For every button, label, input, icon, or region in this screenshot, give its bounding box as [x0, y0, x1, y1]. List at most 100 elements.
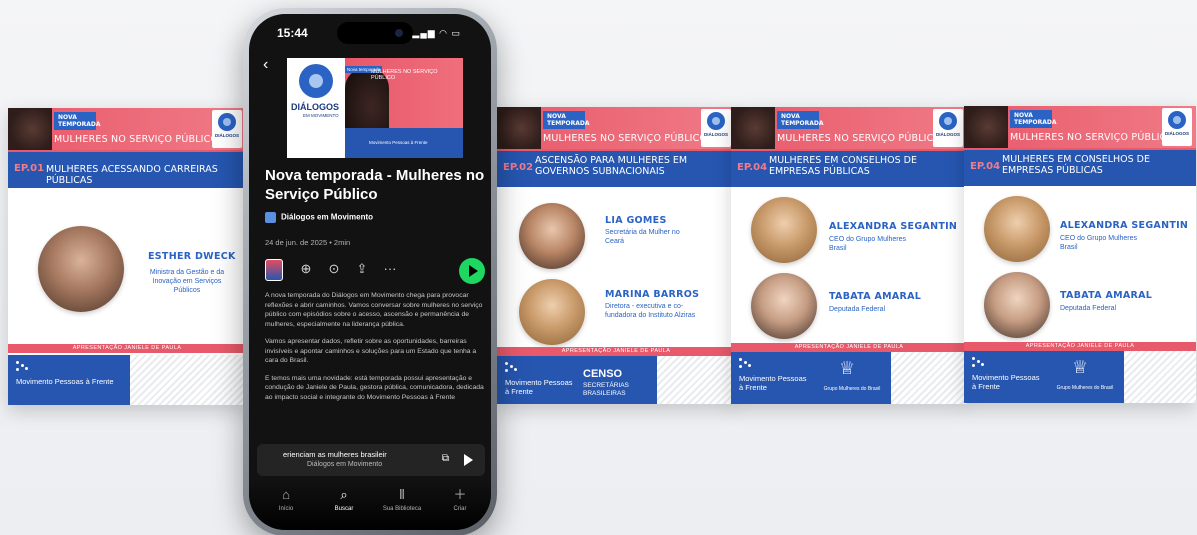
episode-band: EP.01 MULHERES ACESSANDO CARREIRAS PÚBLI…: [8, 150, 246, 188]
censo-logo: CENSO SECRETÁRIAS BRASILEIRAS: [577, 356, 657, 404]
guest-photo: [751, 273, 817, 339]
status-time: 15:44: [277, 26, 308, 40]
partner-logo: Movimento Pessoas à Frente: [8, 355, 130, 405]
episode-card-1: NOVA TEMPORADA MULHERES NO SERVIÇO PÚBLI…: [8, 108, 246, 405]
connect-device-icon[interactable]: ⧉: [442, 453, 449, 464]
episode-meta: 24 de jun. de 2025 • 2min: [265, 238, 351, 247]
episode-thumbnail[interactable]: [265, 259, 283, 281]
search-icon: ⌕: [340, 487, 348, 502]
episode-actions: ⊕ ⊙ ⇪ ···: [265, 258, 487, 284]
library-icon: ⫴: [399, 487, 405, 502]
card-footer: Movimento Pessoas à Frente: [8, 355, 246, 405]
guest-photo: [38, 226, 124, 312]
dialogos-logo: DIÁLOGOS: [212, 110, 242, 148]
guest-photo: [984, 196, 1050, 262]
presenter-credit: APRESENTAÇÃO JANIELE DE PAULA: [8, 344, 246, 353]
dialogos-logo: DIÁLOGOS: [1162, 108, 1192, 146]
guest-role: Diretora - executiva e co-fundadora do I…: [605, 303, 696, 319]
guest-role: Deputada Federal: [1060, 305, 1117, 312]
card-footer: Movimento Pessoas à Frente ♕ Grupo Mulhe…: [731, 352, 967, 404]
episode-title: ASCENSÃO PARA MULHERES EM GOVERNOS SUBNA…: [535, 155, 688, 177]
episode-description: A nova temporada do Diálogos em Moviment…: [265, 292, 484, 401]
guest-role: CEO do Grupo Mulheres Brasil: [829, 236, 907, 252]
episode-title: MULHERES EM CONSELHOS DE EMPRESAS PÚBLIC…: [769, 155, 917, 177]
new-season-tag: NOVA TEMPORADA: [777, 111, 824, 129]
series-title: MULHERES NO SERVIÇO PÚBLICO: [543, 133, 708, 144]
spotify-episode-screen: 15:44 ▂▄▆ ◠ ▭ ‹ DIÁLOGOS EM MOVIMENTO No…: [249, 14, 491, 530]
presenter-credit: APRESENTAÇÃO JANIELE DE PAULA: [497, 347, 735, 356]
partner-logo: Movimento Pessoas à Frente: [964, 351, 1044, 403]
add-icon[interactable]: ⊕: [299, 262, 313, 276]
guest-role: Deputada Federal: [829, 306, 886, 313]
show-link[interactable]: Diálogos em Movimento: [265, 212, 373, 223]
share-icon[interactable]: ⇪: [355, 262, 369, 276]
play-button[interactable]: [459, 258, 485, 284]
card-footer: Movimento Pessoas à Frente ♕ Grupo Mulhe…: [964, 351, 1196, 403]
new-season-tag: NOVA TEMPORADA: [543, 111, 590, 129]
episode-title: Nova temporada - Mulheres no Serviço Púb…: [265, 167, 485, 203]
mini-player-show: Diálogos em Movimento: [307, 461, 383, 468]
nav-create[interactable]: ＋ Criar: [435, 487, 485, 512]
guest-role: Secretária da Mulher no Ceará: [605, 229, 680, 245]
guest-name: ALEXANDRA SEGANTIN: [829, 221, 958, 232]
episode-card-3: NOVA TEMPORADA MULHERES NO SERVIÇO PÚBLI…: [731, 107, 967, 404]
guest-name: LIA GOMES: [605, 215, 667, 226]
mini-player-title: erienciam as mulheres brasileir: [283, 450, 387, 459]
episode-band: EP.02 ASCENSÃO PARA MULHERES EM GOVERNOS…: [497, 149, 735, 187]
nav-search[interactable]: ⌕ Buscar: [319, 487, 369, 512]
series-title: MULHERES NO SERVIÇO PÚBLICO: [1010, 132, 1175, 143]
status-icons: ▂▄▆ ◠ ▭: [412, 28, 461, 38]
guest-name: MARINA BARROS: [605, 289, 700, 300]
partner-logo: Movimento Pessoas à Frente: [497, 356, 577, 404]
guest-role: CEO do Grupo Mulheres Brasil: [1060, 235, 1138, 251]
episode-band: EP.04 MULHERES EM CONSELHOS DE EMPRESAS …: [731, 149, 967, 187]
guest-name: ESTHER DWECK: [148, 251, 236, 262]
dialogos-logo: DIÁLOGOS: [701, 109, 731, 147]
episode-card-4: NOVA TEMPORADA MULHERES NO SERVIÇO PÚBLI…: [964, 106, 1196, 403]
guest-photo: [519, 279, 585, 345]
episode-number: EP.04: [737, 162, 768, 173]
guest-role: Ministra da Gestão e da Inovação em Serv…: [149, 269, 225, 294]
back-chevron-icon[interactable]: ‹: [263, 56, 268, 74]
card-header: NOVA TEMPORADA MULHERES NO SERVIÇO PÚBLI…: [497, 107, 735, 149]
card-header: NOVA TEMPORADA MULHERES NO SERVIÇO PÚBLI…: [8, 108, 246, 150]
guest-photo: [984, 272, 1050, 338]
episode-cover-art: DIÁLOGOS EM MOVIMENTO Nova temporada MUL…: [287, 58, 463, 158]
grupo-mulheres-logo: ♕ Grupo Mulheres do Brasil: [1044, 351, 1124, 403]
partner-logo: Movimento Pessoas à Frente: [731, 352, 811, 404]
guest-photo: [751, 197, 817, 263]
host-photo: [8, 108, 52, 150]
episode-number: EP.02: [503, 162, 534, 173]
mini-player[interactable]: erienciam as mulheres brasileir Diálogos…: [257, 444, 485, 476]
card-header: NOVA TEMPORADA MULHERES NO SERVIÇO PÚBLI…: [731, 107, 967, 149]
episode-band: EP.04 MULHERES EM CONSELHOS DE EMPRESAS …: [964, 148, 1196, 186]
dialogos-logo: DIÁLOGOS: [933, 109, 963, 147]
dialogos-logo-icon: [299, 64, 333, 98]
presenter-credit: APRESENTAÇÃO JANIELE DE PAULA: [731, 343, 967, 352]
bottom-nav: ⌂ Início ⌕ Buscar ⫴ Sua Biblioteca ＋ Criar: [249, 479, 491, 530]
series-title: MULHERES NO SERVIÇO PÚBLICO: [777, 133, 942, 144]
card-header: NOVA TEMPORADA MULHERES NO SERVIÇO PÚBLI…: [964, 106, 1196, 148]
nav-library[interactable]: ⫴ Sua Biblioteca: [377, 487, 427, 512]
guest-name: TABATA AMARAL: [1060, 290, 1153, 301]
nav-home[interactable]: ⌂ Início: [261, 487, 311, 512]
dynamic-island: [337, 22, 413, 44]
mini-play-icon[interactable]: [464, 454, 473, 466]
series-title: MULHERES NO SERVIÇO PÚBLICO: [54, 134, 219, 145]
plus-icon: ＋: [453, 487, 467, 502]
guest-name: ALEXANDRA SEGANTIN: [1060, 220, 1189, 231]
new-season-tag: NOVA TEMPORADA: [1010, 110, 1057, 128]
grupo-mulheres-logo: ♕ Grupo Mulheres do Brasil: [811, 352, 891, 404]
episode-title: MULHERES EM CONSELHOS DE EMPRESAS PÚBLIC…: [1002, 154, 1150, 176]
card-footer: Movimento Pessoas à Frente CENSO SECRETÁ…: [497, 356, 735, 404]
download-icon[interactable]: ⊙: [327, 262, 341, 276]
new-season-tag: NOVA TEMPORADA: [54, 112, 101, 130]
home-icon: ⌂: [282, 487, 290, 502]
more-options-icon[interactable]: ···: [383, 262, 397, 276]
phone-mockup: 15:44 ▂▄▆ ◠ ▭ ‹ DIÁLOGOS EM MOVIMENTO No…: [243, 8, 497, 535]
episode-title: MULHERES ACESSANDO CARREIRAS PÚBLICAS: [46, 164, 218, 186]
presenter-credit: APRESENTAÇÃO JANIELE DE PAULA: [964, 342, 1196, 351]
guest-name: TABATA AMARAL: [829, 291, 922, 302]
episode-number: EP.04: [970, 161, 1001, 172]
guest-photo: [519, 203, 585, 269]
